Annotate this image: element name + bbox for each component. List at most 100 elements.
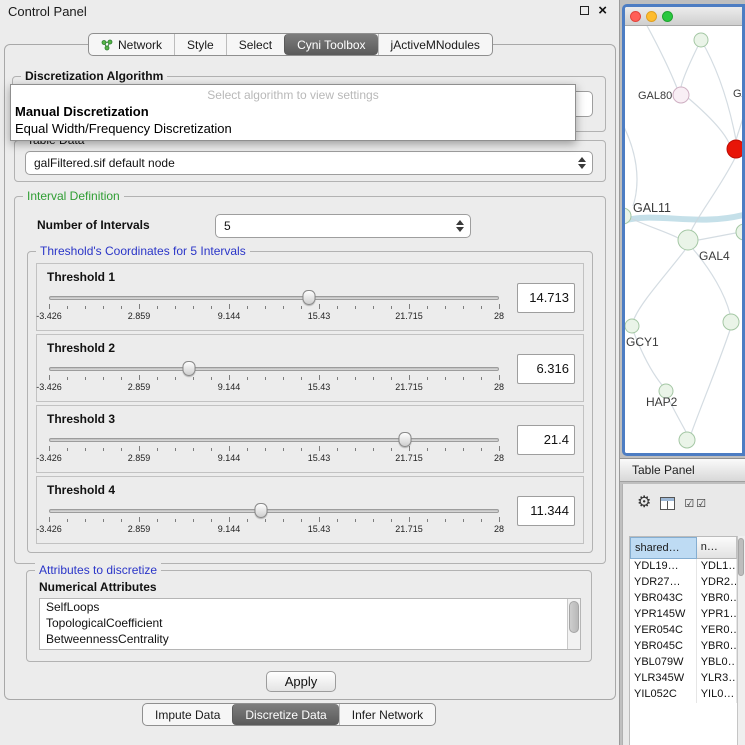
table-row[interactable]: YLR345WYLR3… (630, 671, 737, 687)
network-node[interactable] (673, 87, 689, 103)
slider-track[interactable] (49, 509, 499, 513)
threshold-slider[interactable]: -3.4262.8599.14415.4321.71528 (49, 361, 499, 399)
tab-cyni-toolbox[interactable]: Cyni Toolbox (284, 34, 377, 55)
tab-impute-data[interactable]: Impute Data (143, 704, 232, 725)
network-thick-edge[interactable] (625, 214, 742, 222)
table-body: YDL19…YDL1…YDR27…YDR2…YBR043CYBR0…YPR145… (630, 559, 737, 703)
threshold-value-field[interactable]: 6.316 (517, 354, 575, 384)
table-cell: YPR1… (697, 607, 737, 623)
threshold-slider[interactable]: -3.4262.8599.14415.4321.71528 (49, 290, 499, 328)
table-row[interactable]: YPR145WYPR1… (630, 607, 737, 623)
network-node[interactable] (727, 140, 742, 158)
threshold-panel: Threshold 3 -3.4262.8599.14415.4321.71528… (36, 405, 584, 473)
slider-track[interactable] (49, 367, 499, 371)
column-header[interactable]: shared… (630, 537, 697, 559)
threshold-label: Threshold 3 (47, 412, 115, 426)
tab-style[interactable]: Style (174, 34, 226, 55)
attribute-list-item[interactable]: BetweennessCentrality (40, 631, 580, 647)
threshold-slider[interactable]: -3.4262.8599.14415.4321.71528 (49, 432, 499, 470)
network-node[interactable] (694, 33, 708, 47)
control-panel-titlebar: Control Panel × (0, 0, 619, 22)
threshold-value-field[interactable]: 11.344 (517, 496, 575, 526)
apply-button[interactable]: Apply (266, 671, 336, 692)
network-node[interactable] (678, 230, 698, 250)
slider-track[interactable] (49, 438, 499, 442)
slider-thumb[interactable] (182, 361, 195, 376)
threshold-panel: Threshold 2-3.4262.8599.14415.4321.71528… (36, 334, 584, 402)
network-edge[interactable] (691, 330, 730, 434)
scale-label: 15.43 (308, 382, 331, 392)
table-header-row: shared…n… (630, 537, 737, 559)
node-attribute-table: shared…n… YDL19…YDL1…YDR27…YDR2…YBR043CY… (629, 536, 738, 745)
scale-label: 2.859 (128, 382, 151, 392)
network-edge[interactable] (634, 250, 685, 319)
close-window-button[interactable] (630, 11, 641, 22)
slider-scale-labels: -3.4262.8599.14415.4321.71528 (49, 453, 499, 464)
attribute-list-item[interactable]: SelfLoops (40, 599, 580, 615)
scale-label: -3.426 (36, 453, 62, 463)
minimize-window-button[interactable] (646, 11, 657, 22)
columns-icon[interactable] (660, 497, 675, 510)
group-title-attributes: Attributes to discretize (35, 563, 161, 577)
network-canvas[interactable]: GAL80GAGAL11GAL4GCY1HAP2 (625, 26, 742, 453)
algorithm-dropdown-popup: Select algorithm to view settings Manual… (10, 84, 576, 141)
network-graph: GAL80GAGAL11GAL4GCY1HAP2 (625, 26, 742, 453)
table-cell: YDR2… (697, 575, 737, 591)
number-of-intervals-combobox[interactable]: 5 (215, 214, 471, 238)
network-node[interactable] (723, 314, 739, 330)
algorithm-options-list: Manual DiscretizationEqual Width/Frequen… (11, 103, 575, 137)
network-edge[interactable] (625, 121, 637, 206)
scale-label: 21.715 (395, 453, 423, 463)
threshold-value-field[interactable]: 14.713 (517, 283, 575, 313)
scale-label: 28 (494, 382, 504, 392)
network-node[interactable] (736, 224, 742, 240)
network-edge[interactable] (736, 114, 742, 140)
network-edge[interactable] (687, 97, 729, 143)
table-row[interactable]: YIL052CYIL0… (630, 687, 737, 703)
gear-icon[interactable]: ⚙ (637, 495, 651, 511)
table-data-combobox[interactable]: galFiltered.sif default node (25, 151, 593, 175)
table-row[interactable]: YDR27…YDR2… (630, 575, 737, 591)
attribute-list-item[interactable]: TopologicalCoefficient (40, 615, 580, 631)
threshold-label: Threshold 1 (47, 270, 115, 284)
network-node[interactable] (625, 319, 639, 333)
close-panel-button[interactable]: × (598, 5, 607, 16)
network-edge[interactable] (698, 232, 742, 240)
network-node-label: GAL80 (638, 90, 672, 102)
table-cell: YIL052C (630, 687, 697, 703)
tab-jactivemnodules[interactable]: jActiveMNodules (378, 34, 492, 55)
network-edge[interactable] (681, 40, 701, 87)
tab-infer-network[interactable]: Infer Network (339, 704, 435, 725)
tab-select[interactable]: Select (226, 34, 284, 55)
threshold-value-field[interactable]: 21.4 (517, 425, 575, 455)
column-header[interactable]: n… (697, 537, 737, 559)
tab-label: Cyni Toolbox (297, 38, 365, 52)
listbox-scrollbar[interactable] (567, 599, 580, 649)
network-edge[interactable] (701, 40, 736, 140)
slider-thumb[interactable] (398, 432, 411, 447)
slider-thumb[interactable] (302, 290, 315, 305)
table-row[interactable]: YBL079WYBL0… (630, 655, 737, 671)
slider-ticks (49, 375, 499, 381)
scale-label: -3.426 (36, 382, 62, 392)
table-scrollbar-thumb[interactable] (738, 538, 744, 576)
zoom-window-button[interactable] (662, 11, 673, 22)
network-node[interactable] (679, 432, 695, 448)
slider-thumb[interactable] (254, 503, 267, 518)
table-scrollbar[interactable] (737, 536, 745, 745)
table-row[interactable]: YER054CYER0… (630, 623, 737, 639)
listbox-scrollbar-thumb[interactable] (569, 601, 579, 633)
table-row[interactable]: YBR045CYBR0… (630, 639, 737, 655)
tab-network[interactable]: Network (89, 34, 174, 55)
network-edge[interactable] (645, 26, 677, 88)
tab-discretize-data[interactable]: Discretize Data (232, 704, 338, 725)
table-row[interactable]: YBR043CYBR0… (630, 591, 737, 607)
algorithm-option[interactable]: Manual Discretization (11, 103, 575, 120)
threshold-slider[interactable]: -3.4262.8599.14415.4321.71528 (49, 503, 499, 541)
algorithm-placeholder-text: Select algorithm to view settings (11, 87, 575, 103)
checkbox-columns-icons[interactable]: ☑☑ (684, 497, 708, 510)
algorithm-option[interactable]: Equal Width/Frequency Discretization (11, 120, 575, 137)
float-window-button[interactable] (580, 6, 589, 15)
table-row[interactable]: YDL19…YDL1… (630, 559, 737, 575)
slider-track[interactable] (49, 296, 499, 300)
